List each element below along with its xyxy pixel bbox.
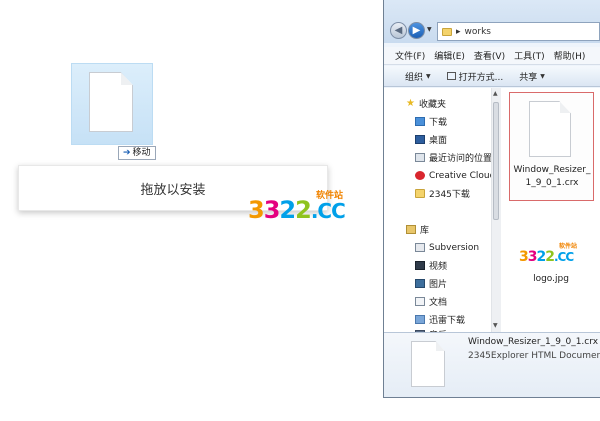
- nav-label: 最近访问的位置: [429, 154, 492, 164]
- scroll-up-icon[interactable]: ▲: [493, 90, 498, 97]
- back-button[interactable]: ◀: [390, 22, 407, 39]
- move-badge-label: 移动: [132, 148, 151, 158]
- star-icon: ★: [406, 98, 415, 109]
- nav-label: 2345下载: [429, 190, 470, 200]
- nav-label: Creative Cloud: [429, 170, 492, 181]
- chevron-down-icon: ▼: [426, 72, 431, 80]
- nav-documents[interactable]: 文档: [415, 294, 447, 309]
- share-button[interactable]: 共享 ▼: [519, 70, 545, 83]
- creative-cloud-icon: [415, 171, 425, 180]
- file-list: Window_Resizer_1_9_0_1.crx 3322.CC 软件站 l…: [501, 88, 600, 332]
- address-row: ◀ ▶ ▼ ▸ works: [384, 0, 600, 43]
- menu-file[interactable]: 文件(F): [395, 49, 425, 62]
- drop-hint-text: 拖放以安装: [140, 182, 206, 198]
- file-item-crx[interactable]: Window_Resizer_1_9_0_1.crx: [509, 92, 594, 201]
- menu-help[interactable]: 帮助(H): [554, 49, 586, 62]
- navigation-pane: ★ 收藏夹 下载 桌面 最近访问的位置 Creative Cloud 2345下…: [384, 88, 492, 332]
- nav-creative-cloud[interactable]: Creative Cloud: [415, 168, 492, 183]
- nav-label: 库: [420, 226, 430, 236]
- details-file-name: Window_Resizer_1_9_0_1.crx: [468, 337, 599, 347]
- download-folder-icon: [415, 117, 425, 126]
- logo-domain: .CC: [554, 250, 574, 264]
- file-item-logo[interactable]: 3322.CC 软件站 logo.jpg: [513, 237, 589, 293]
- nav-pictures[interactable]: 图片: [415, 276, 447, 291]
- folder-icon: [442, 27, 452, 36]
- nav-downloads[interactable]: 下载: [415, 114, 447, 129]
- forward-button[interactable]: ▶: [408, 22, 425, 39]
- nav-label: 文档: [429, 298, 448, 308]
- folder-icon: [415, 189, 425, 198]
- explorer-window: ◀ ▶ ▼ ▸ works 文件(F) 编辑(E) 查看(V) 工具(T) 帮助…: [383, 0, 600, 398]
- open-with-label: 打开方式...: [458, 72, 504, 83]
- file-name: logo.jpg: [533, 274, 569, 284]
- details-pane: Window_Resizer_1_9_0_1.crx 2345Explorer …: [384, 332, 600, 397]
- open-with-button[interactable]: 打开方式...: [446, 70, 504, 83]
- nav-label: 视频: [429, 262, 448, 272]
- watermark-digit: 2: [295, 196, 312, 224]
- menu-edit[interactable]: 编辑(E): [434, 49, 465, 62]
- address-bar[interactable]: ▸ works: [437, 22, 600, 41]
- nav-libraries[interactable]: 库: [406, 222, 429, 237]
- menu-bar: 文件(F) 编辑(E) 查看(V) 工具(T) 帮助(H): [384, 47, 600, 65]
- nav-recent-places[interactable]: 最近访问的位置: [415, 150, 492, 165]
- nav-2345-downloads[interactable]: 2345下载: [415, 186, 470, 201]
- nav-label: 下载: [429, 118, 448, 128]
- scrollbar-thumb[interactable]: [493, 102, 499, 220]
- logo-digit: 3: [519, 249, 529, 265]
- document-icon: [411, 341, 445, 387]
- chevron-down-icon[interactable]: ▼: [427, 26, 432, 33]
- file-name: Window_Resizer_1_9_0_1.crx: [513, 165, 591, 188]
- nav-desktop[interactable]: 桌面: [415, 132, 447, 147]
- breadcrumb-separator: ▸: [456, 26, 461, 37]
- watermark-logo: 3322.CC 软件站: [248, 188, 356, 232]
- nav-label: 迅雷下载: [429, 316, 466, 326]
- nav-scrollbar[interactable]: ▲ ▼: [491, 88, 501, 332]
- logo-thumbnail: 3322.CC 软件站: [519, 241, 581, 269]
- chevron-down-icon: ▼: [540, 72, 545, 80]
- arrow-right-icon: ➔: [123, 148, 131, 158]
- subversion-icon: [415, 243, 425, 252]
- nav-subversion[interactable]: Subversion: [415, 240, 479, 255]
- menu-tools[interactable]: 工具(T): [514, 49, 545, 62]
- share-label: 共享: [519, 72, 538, 83]
- logo-site: 软件站: [559, 243, 578, 250]
- watermark-domain: .CC: [310, 199, 346, 223]
- nav-label: 图片: [429, 280, 448, 290]
- organize-button[interactable]: 组织 ▼: [405, 70, 431, 83]
- documents-icon: [415, 297, 425, 306]
- videos-icon: [415, 261, 425, 270]
- watermark-site: 软件站: [316, 191, 344, 201]
- details-file-type: 2345Explorer HTML Document: [468, 351, 600, 361]
- watermark-digit: 3: [263, 196, 281, 224]
- organize-label: 组织: [405, 72, 424, 83]
- watermark-digit: 3: [248, 196, 265, 224]
- nav-label: 收藏夹: [418, 100, 446, 110]
- nav-videos[interactable]: 视频: [415, 258, 447, 273]
- nav-label: Subversion: [429, 242, 480, 253]
- scroll-down-icon[interactable]: ▼: [493, 322, 498, 329]
- document-icon: [89, 72, 133, 132]
- xunlei-icon: [415, 315, 425, 324]
- dragged-file-icon[interactable]: [71, 63, 153, 145]
- pictures-icon: [415, 279, 425, 288]
- menu-view[interactable]: 查看(V): [474, 49, 505, 62]
- open-with-icon: [446, 72, 456, 80]
- libraries-icon: [406, 225, 416, 234]
- nav-label: 桌面: [429, 136, 448, 146]
- desktop-icon: [415, 135, 425, 144]
- document-icon: [529, 101, 571, 157]
- watermark-digit: 2: [279, 196, 296, 224]
- recent-places-icon: [415, 153, 425, 162]
- nav-favorites[interactable]: ★ 收藏夹: [406, 96, 446, 111]
- move-badge: ➔ 移动: [118, 146, 156, 160]
- logo-digit: 2: [545, 249, 555, 265]
- logo-digit: 3: [527, 249, 538, 265]
- command-bar: 组织 ▼ 打开方式... 共享 ▼: [384, 66, 600, 87]
- breadcrumb-folder[interactable]: works: [465, 27, 491, 37]
- logo-digit: 2: [536, 249, 547, 265]
- nav-xunlei-downloads[interactable]: 迅雷下载: [415, 312, 465, 327]
